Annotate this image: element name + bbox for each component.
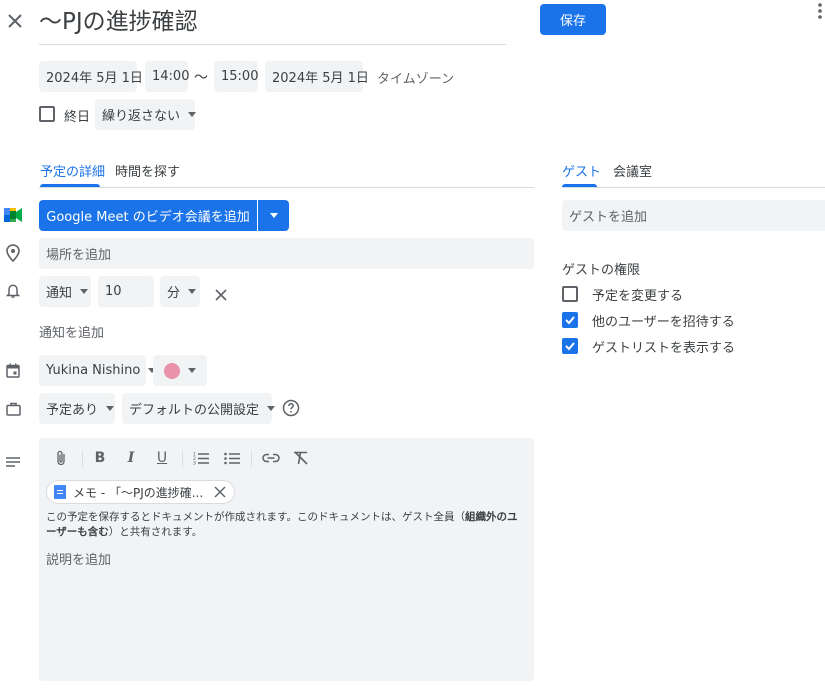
tab-guests[interactable]: ゲスト bbox=[562, 161, 601, 180]
permission-modify-checkbox[interactable] bbox=[562, 286, 578, 302]
save-button[interactable]: 保存 bbox=[540, 4, 606, 35]
permission-modify-label: 予定を変更する bbox=[592, 289, 684, 304]
google-meet-icon bbox=[4, 207, 22, 222]
attachment-chip[interactable]: メモ - 「〜PJの進捗確... bbox=[46, 480, 235, 504]
right-tabs-divider bbox=[562, 187, 825, 188]
description-placeholder: 説明を追加 bbox=[46, 553, 112, 568]
notification-type: 通知 bbox=[46, 286, 73, 301]
bold-icon[interactable]: B bbox=[88, 446, 112, 470]
notice-text-2: ）と共有されます。 bbox=[108, 526, 203, 538]
notice-text-1: この予定を保存するとドキュメントが作成されます。このドキュメントは、ゲスト全員（ bbox=[46, 511, 465, 523]
event-title-input[interactable]: 〜PJの進捗確認 bbox=[39, 2, 506, 45]
start-date-chip[interactable]: 2024年 5月 1日 bbox=[39, 61, 143, 92]
location-placeholder: 場所を追加 bbox=[46, 248, 112, 263]
permission-see-list-checkbox[interactable] bbox=[562, 338, 578, 354]
save-button-label: 保存 bbox=[559, 14, 586, 29]
clear-formatting-icon[interactable] bbox=[289, 446, 313, 470]
notification-type-dropdown[interactable]: 通知 bbox=[39, 276, 91, 307]
meet-options-dropdown[interactable] bbox=[258, 200, 289, 231]
attachment-icon[interactable] bbox=[49, 446, 73, 470]
repeat-dropdown[interactable]: 繰り返さない bbox=[95, 99, 197, 130]
end-date-chip[interactable]: 2024年 5月 1日 bbox=[265, 61, 369, 92]
chevron-down-icon bbox=[106, 406, 115, 411]
chevron-down-icon bbox=[80, 289, 89, 294]
timezone-link[interactable]: タイムゾーン bbox=[377, 68, 454, 87]
toolbar-divider bbox=[82, 451, 83, 467]
calendar-owner: Yukina Nishino bbox=[46, 363, 141, 378]
tab-event-details[interactable]: 予定の詳細 bbox=[40, 161, 105, 180]
chevron-down-icon bbox=[188, 112, 197, 117]
start-time-chip[interactable]: 14:00 bbox=[145, 61, 190, 92]
notification-unit-dropdown[interactable]: 分 bbox=[160, 276, 200, 307]
remove-notification-icon[interactable] bbox=[215, 286, 227, 301]
toolbar-divider bbox=[251, 451, 252, 467]
location-input[interactable]: 場所を追加 bbox=[39, 238, 534, 269]
start-time: 14:00 bbox=[152, 69, 190, 84]
end-time: 15:00 bbox=[221, 69, 259, 84]
add-guest-input[interactable]: ゲストを追加 bbox=[562, 200, 825, 231]
end-time-chip[interactable]: 15:00 bbox=[214, 61, 258, 92]
guest-permissions-title: ゲストの権限 bbox=[562, 263, 641, 278]
add-google-meet-button[interactable]: Google Meet のビデオ会議を追加 bbox=[39, 200, 257, 231]
notification-value: 10 bbox=[105, 284, 122, 299]
google-docs-icon bbox=[54, 485, 66, 499]
chevron-down-icon bbox=[267, 406, 276, 411]
tab-find-time[interactable]: 時間を探す bbox=[115, 161, 180, 180]
help-icon[interactable] bbox=[282, 399, 300, 417]
notification-unit: 分 bbox=[167, 286, 181, 301]
chevron-down-icon bbox=[188, 368, 196, 373]
event-color-dropdown[interactable] bbox=[153, 355, 207, 386]
event-color-swatch bbox=[164, 362, 180, 379]
bell-icon bbox=[5, 283, 21, 299]
document-share-notice: この予定を保存するとドキュメントが作成されます。このドキュメントは、ゲスト全員（… bbox=[46, 510, 526, 540]
event-title: 〜PJの進捗確認 bbox=[39, 9, 198, 35]
bulleted-list-icon[interactable] bbox=[220, 446, 244, 470]
location-pin-icon bbox=[6, 244, 20, 263]
time-separator: 〜 bbox=[194, 70, 208, 86]
all-day-checkbox[interactable] bbox=[39, 106, 55, 122]
notification-value-input[interactable]: 10 bbox=[98, 276, 154, 307]
availability-label: 予定あり bbox=[46, 403, 99, 418]
calendar-icon bbox=[6, 363, 20, 378]
more-options-icon[interactable] bbox=[816, 2, 824, 22]
start-date: 2024年 5月 1日 bbox=[46, 71, 143, 86]
link-icon[interactable] bbox=[259, 446, 283, 470]
briefcase-icon bbox=[6, 401, 21, 416]
calendar-owner-dropdown[interactable]: Yukina Nishino bbox=[39, 355, 157, 386]
permission-invite-checkbox[interactable] bbox=[562, 312, 578, 328]
remove-attachment-icon[interactable] bbox=[214, 486, 226, 498]
attachment-label: メモ - 「〜PJの進捗確... bbox=[73, 485, 204, 500]
svg-text:3: 3 bbox=[193, 461, 196, 466]
description-editor[interactable]: B I U 123 メモ - 「〜PJの進捗確... この予定を保存するとドキュ… bbox=[39, 438, 534, 681]
availability-dropdown[interactable]: 予定あり bbox=[39, 393, 115, 424]
add-google-meet-label: Google Meet のビデオ会議を追加 bbox=[46, 210, 250, 225]
chevron-down-icon bbox=[188, 289, 197, 294]
visibility-label: デフォルトの公開設定 bbox=[129, 403, 260, 418]
permission-see-list-label: ゲストリストを表示する bbox=[592, 341, 736, 356]
tabs-divider bbox=[39, 187, 534, 188]
end-date: 2024年 5月 1日 bbox=[272, 71, 369, 86]
visibility-dropdown[interactable]: デフォルトの公開設定 bbox=[122, 393, 276, 424]
all-day-label: 終日 bbox=[64, 110, 91, 125]
description-icon bbox=[6, 452, 20, 467]
chevron-down-icon bbox=[269, 213, 278, 218]
add-guest-placeholder: ゲストを追加 bbox=[569, 210, 648, 225]
permission-invite-label: 他のユーザーを招待する bbox=[592, 315, 735, 330]
underline-icon[interactable]: U bbox=[150, 446, 174, 470]
italic-icon[interactable]: I bbox=[119, 446, 143, 470]
close-icon[interactable] bbox=[6, 12, 24, 30]
add-notification-link[interactable]: 通知を追加 bbox=[39, 322, 104, 341]
toolbar-divider bbox=[182, 451, 183, 467]
repeat-label: 繰り返さない bbox=[102, 109, 181, 124]
tab-rooms[interactable]: 会議室 bbox=[613, 161, 652, 180]
numbered-list-icon[interactable]: 123 bbox=[189, 446, 213, 470]
